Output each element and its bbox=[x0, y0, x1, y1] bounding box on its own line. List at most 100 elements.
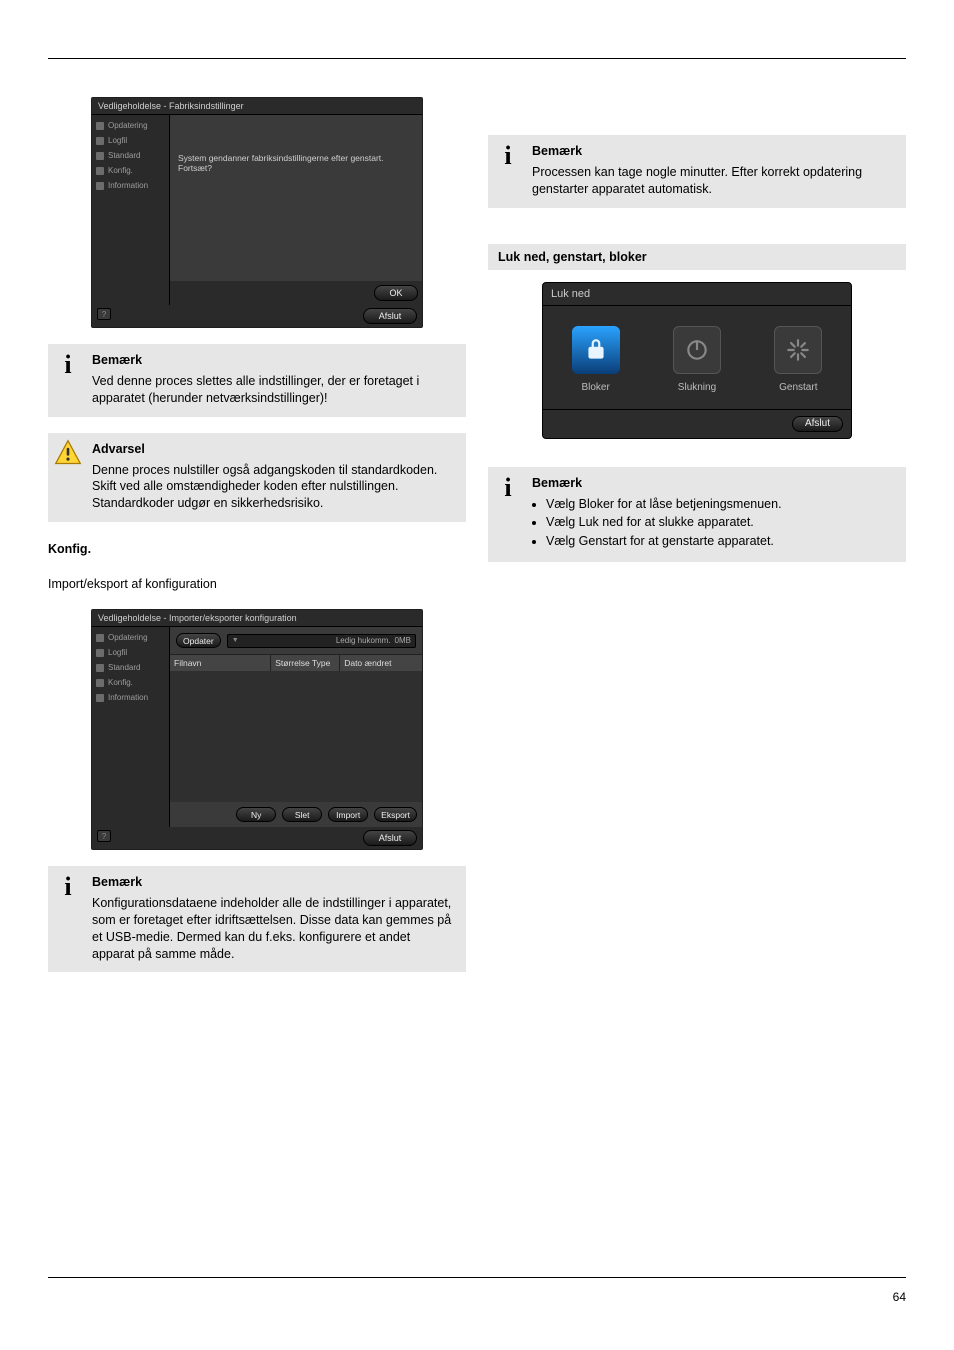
arrows-icon bbox=[96, 152, 104, 160]
nav-item[interactable]: Konfig. bbox=[96, 678, 165, 687]
info-icon bbox=[96, 694, 104, 702]
content: Vedligeholdelse - Fabriksindstillinger O… bbox=[48, 97, 906, 972]
left-column: Vedligeholdelse - Fabriksindstillinger O… bbox=[48, 97, 466, 972]
info-icon: i bbox=[488, 467, 528, 563]
header-divider bbox=[48, 58, 906, 59]
shutdown-label: Slukning bbox=[678, 382, 716, 393]
info-icon bbox=[96, 182, 104, 190]
close-button[interactable]: Afslut bbox=[363, 830, 417, 846]
heading-import-export: Import/eksport af konfiguration bbox=[48, 576, 466, 593]
note-import-export: i Bemærk Konfigurationsdataene indeholde… bbox=[48, 866, 466, 972]
file-icon bbox=[96, 649, 104, 657]
restart-label: Genstart bbox=[779, 382, 817, 393]
export-button[interactable]: Eksport bbox=[374, 807, 417, 822]
lock-option[interactable]: Bloker bbox=[572, 326, 620, 393]
close-button[interactable]: Afslut bbox=[792, 416, 843, 432]
window-footer: ? Afslut bbox=[92, 305, 422, 327]
wrench-icon bbox=[96, 167, 104, 175]
bullet-restart: Vælg Genstart for at genstarte apparatet… bbox=[546, 533, 782, 550]
window-body: Opdatering Logfil Standard Konfig. Infor… bbox=[92, 115, 422, 305]
free-memory-label: Ledig hukomm. bbox=[336, 636, 391, 645]
footer-divider bbox=[48, 1277, 906, 1278]
power-overlay: Luk ned Bloker Slukning bbox=[542, 282, 852, 439]
power-row: Bloker Slukning Genstart bbox=[543, 306, 851, 409]
refresh-button[interactable]: Opdater bbox=[176, 633, 221, 648]
nav-item[interactable]: Logfil bbox=[96, 648, 165, 657]
help-button[interactable]: ? bbox=[97, 308, 111, 320]
arrows-icon bbox=[96, 664, 104, 672]
bullet-shutdown: Vælg Luk ned for at slukke apparatet. bbox=[546, 514, 782, 531]
nav-item[interactable]: Information bbox=[96, 181, 165, 190]
note-title: Bemærk bbox=[92, 874, 456, 891]
window-main: System gendanner fabriksindstillingerne … bbox=[170, 115, 422, 305]
page-number: 64 bbox=[893, 1290, 906, 1304]
delete-button[interactable]: Slet bbox=[282, 807, 322, 822]
note-body: Bemærk Processen kan tage nogle minutter… bbox=[528, 135, 906, 208]
col-size-type: Størrelse Type bbox=[271, 655, 340, 671]
nav-item[interactable]: Opdatering bbox=[96, 633, 165, 642]
restart-icon bbox=[774, 326, 822, 374]
restart-option[interactable]: Genstart bbox=[774, 326, 822, 393]
nav-item[interactable]: Konfig. bbox=[96, 166, 165, 175]
note-title: Bemærk bbox=[532, 143, 896, 160]
spacer bbox=[488, 97, 906, 123]
section-title: Luk ned, genstart, bloker bbox=[498, 250, 647, 264]
heading-konfig: Konfig. bbox=[48, 542, 466, 556]
free-memory-value: 0MB bbox=[395, 636, 411, 645]
note-text: Denne proces nulstiller også adgangskode… bbox=[92, 462, 456, 513]
power-icon bbox=[673, 326, 721, 374]
close-button[interactable]: Afslut bbox=[363, 308, 417, 324]
wrench-icon bbox=[96, 679, 104, 687]
power-title: Luk ned bbox=[543, 283, 851, 306]
window-title: Vedligeholdelse - Importer/eksporter kon… bbox=[92, 610, 422, 627]
warning-icon bbox=[48, 433, 88, 523]
spacer bbox=[488, 451, 906, 455]
col-date: Dato ændret bbox=[340, 655, 422, 671]
page: Vedligeholdelse - Fabriksindstillinger O… bbox=[0, 0, 954, 1350]
note-body: Bemærk Vælg Bloker for at låse betjening… bbox=[528, 467, 792, 563]
screenshot-importexport-window: Vedligeholdelse - Importer/eksporter kon… bbox=[91, 609, 423, 850]
free-memory-dropdown[interactable]: Ledig hukomm. 0MB bbox=[227, 634, 416, 648]
col-filename: Filnavn bbox=[170, 655, 271, 671]
note-factory: i Bemærk Ved denne proces slettes alle i… bbox=[48, 344, 466, 417]
new-button[interactable]: Ny bbox=[236, 807, 276, 822]
nav-item[interactable]: Standard bbox=[96, 663, 165, 672]
note-power: i Bemærk Vælg Bloker for at låse betjeni… bbox=[488, 467, 906, 563]
nav-item[interactable]: Standard bbox=[96, 151, 165, 160]
nav-item[interactable]: Logfil bbox=[96, 136, 165, 145]
file-table: Filnavn Størrelse Type Dato ændret bbox=[170, 655, 422, 802]
button-row: Ny Slet Import Eksport bbox=[170, 802, 422, 827]
info-icon: i bbox=[48, 344, 88, 417]
screenshot-factory-window: Vedligeholdelse - Fabriksindstillinger O… bbox=[91, 97, 423, 328]
toolbar: Opdater Ledig hukomm. 0MB bbox=[170, 627, 422, 655]
bullet-lock: Vælg Bloker for at låse betjeningsmenuen… bbox=[546, 496, 782, 513]
window-sidebar: Opdatering Logfil Standard Konfig. Infor… bbox=[92, 627, 170, 827]
note-body: Advarsel Denne proces nulstiller også ad… bbox=[88, 433, 466, 523]
note-text: Ved denne proces slettes alle indstillin… bbox=[92, 373, 456, 407]
warning-box: Advarsel Denne proces nulstiller også ad… bbox=[48, 433, 466, 523]
window-main: Opdater Ledig hukomm. 0MB Filnavn Større… bbox=[170, 627, 422, 827]
ok-button[interactable]: OK bbox=[374, 285, 418, 301]
help-button[interactable]: ? bbox=[97, 830, 111, 842]
info-icon: i bbox=[488, 135, 528, 208]
note-update-time: i Bemærk Processen kan tage nogle minutt… bbox=[488, 135, 906, 208]
import-button[interactable]: Import bbox=[328, 807, 368, 822]
lock-label: Bloker bbox=[581, 382, 609, 393]
note-title: Bemærk bbox=[532, 475, 782, 492]
grid-icon bbox=[96, 122, 104, 130]
shutdown-option[interactable]: Slukning bbox=[673, 326, 721, 393]
factory-message: System gendanner fabriksindstillingerne … bbox=[170, 115, 422, 173]
nav-item[interactable]: Information bbox=[96, 693, 165, 702]
power-footer: Afslut bbox=[543, 409, 851, 438]
note-body: Bemærk Konfigurationsdataene indeholder … bbox=[88, 866, 466, 972]
section-shutdown-heading: Luk ned, genstart, bloker bbox=[488, 244, 906, 270]
note-text: Processen kan tage nogle minutter. Efter… bbox=[532, 164, 896, 198]
nav-item[interactable]: Opdatering bbox=[96, 121, 165, 130]
lock-icon bbox=[572, 326, 620, 374]
file-icon bbox=[96, 137, 104, 145]
power-bullet-list: Vælg Bloker for at låse betjeningsmenuen… bbox=[546, 496, 782, 551]
note-title: Advarsel bbox=[92, 441, 456, 458]
window-body: Opdatering Logfil Standard Konfig. Infor… bbox=[92, 627, 422, 827]
note-title: Bemærk bbox=[92, 352, 456, 369]
info-icon: i bbox=[48, 866, 88, 972]
